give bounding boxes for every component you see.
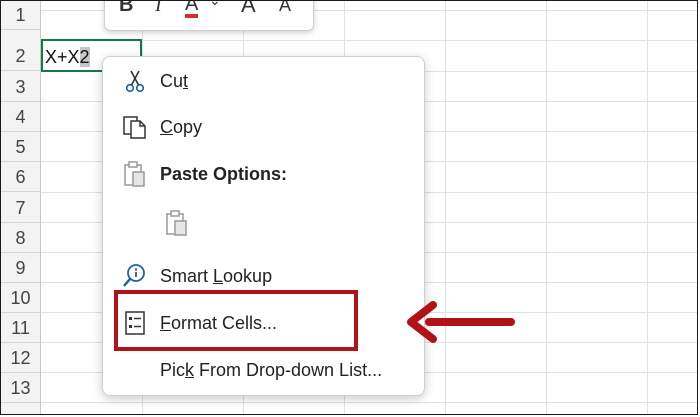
row-number[interactable]: 8 [1,223,40,253]
active-cell-value: X+X2 [45,47,90,67]
row-number[interactable]: 5 [1,132,40,162]
bold-button[interactable]: B [119,1,133,17]
copy-icon [121,113,149,141]
menu-item-copy[interactable]: Copy [103,109,424,145]
row-number[interactable]: 2 [1,41,40,71]
menu-item-smart-lookup[interactable]: Smart Lookup [103,258,424,294]
menu-item-pick-from-dropdown-list[interactable]: Pick From Drop-down List... [103,352,424,388]
menu-item-paste-options: Paste Options: [103,156,424,192]
menu-item-label: Pick From Drop-down List... [160,360,383,380]
italic-button[interactable]: I [155,1,162,17]
highlight-box [114,290,358,351]
row-number[interactable]: 7 [1,193,40,223]
menu-item-label: Smart Lookup [160,266,273,286]
row-number[interactable]: 9 [1,253,40,283]
menu-item-paste-option [103,203,424,243]
font-color-button[interactable]: A [185,1,199,18]
row-number[interactable]: 13 [1,373,40,403]
scissors-icon [121,67,149,95]
paste-icon[interactable] [163,209,191,237]
menu-item-label: Cut [160,71,189,91]
row-number[interactable]: 10 [1,283,40,313]
menu-item-label: Copy [160,117,203,137]
row-number[interactable]: 12 [1,343,40,373]
menu-item-label: Paste Options: [160,164,288,184]
shrink-font-button[interactable]: A [279,1,291,16]
row-number[interactable]: 6 [1,162,40,192]
row-header: 1 2 3 4 5 6 7 8 9 10 11 12 13 [1,1,41,414]
clipboard-icon [121,160,149,188]
row-number[interactable]: 3 [1,72,40,102]
row-number[interactable]: 4 [1,102,40,132]
row-number[interactable]: 11 [1,313,40,343]
mini-toolbar: B I A ⌄ A A [104,1,314,31]
grow-font-button[interactable]: A [241,1,256,18]
row-number[interactable]: 1 [1,1,40,30]
menu-item-cut[interactable]: Cut [103,63,424,99]
red-arrow-icon [407,301,515,343]
chevron-down-icon[interactable]: ⌄ [209,1,221,9]
smart-lookup-icon [121,262,149,290]
excel-window: 1 2 3 4 5 6 7 8 9 10 11 12 13 X+X2 B I A… [0,0,698,415]
